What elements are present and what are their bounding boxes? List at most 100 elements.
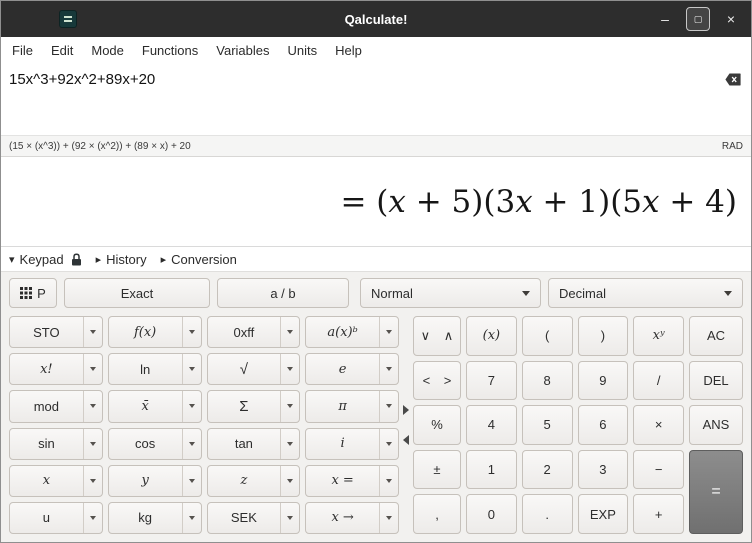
keypad-button-kg[interactable]: kg <box>108 502 202 534</box>
keypad-button-y[interactable]: y <box>108 465 202 497</box>
key-minus[interactable]: − <box>633 450 684 490</box>
keypad-button-sto[interactable]: STO <box>9 316 103 348</box>
titlebar[interactable]: Qalculate! – ▢ × <box>1 1 751 37</box>
key-close-paren[interactable]: ) <box>578 316 629 356</box>
history-toggle[interactable]: ▸ History <box>96 252 147 267</box>
key-cursor-up-down[interactable]: ∨ ∧ <box>413 316 461 356</box>
dropdown-arrow-icon[interactable] <box>280 503 299 533</box>
key-4[interactable]: 4 <box>466 405 517 445</box>
key-6[interactable]: 6 <box>578 405 629 445</box>
key-power[interactable]: xʸ <box>633 316 684 356</box>
keypad-button-sqrt[interactable]: √ <box>207 353 301 385</box>
menu-file[interactable]: File <box>3 43 42 58</box>
keypad-button-sek[interactable]: SEK <box>207 502 301 534</box>
keypad-button-0xff[interactable]: 0xff <box>207 316 301 348</box>
dropdown-arrow-icon[interactable] <box>182 317 201 347</box>
key-8[interactable]: 8 <box>522 361 573 401</box>
dropdown-arrow-icon[interactable] <box>280 466 299 496</box>
dropdown-arrow-icon[interactable] <box>379 317 398 347</box>
dropdown-arrow-icon[interactable] <box>379 429 398 459</box>
dropdown-arrow-icon[interactable] <box>280 391 299 421</box>
keypad-button-sum[interactable]: Σ <box>207 390 301 422</box>
keypad-button-i[interactable]: i <box>305 428 399 460</box>
key-dot[interactable]: . <box>522 494 573 534</box>
dropdown-arrow-icon[interactable] <box>379 391 398 421</box>
display-mode-dropdown[interactable]: Normal <box>360 278 541 308</box>
key-0[interactable]: 0 <box>466 494 517 534</box>
key-9[interactable]: 9 <box>578 361 629 401</box>
keypad-button-x-to[interactable]: x → <box>305 502 399 534</box>
keypad-button-x-equals[interactable]: x = <box>305 465 399 497</box>
keypad-button-mod[interactable]: mod <box>9 390 103 422</box>
fraction-button[interactable]: a / b <box>217 278 349 308</box>
number-base-dropdown[interactable]: Decimal <box>548 278 743 308</box>
key-equals[interactable]: = <box>689 450 743 534</box>
keypad-button-cos[interactable]: cos <box>108 428 202 460</box>
key-5[interactable]: 5 <box>522 405 573 445</box>
keyboard-lock-icon[interactable] <box>71 253 82 266</box>
dropdown-arrow-icon[interactable] <box>83 503 102 533</box>
key-cursor-left-right[interactable]: < > <box>413 361 461 401</box>
key-multiply[interactable]: × <box>633 405 684 445</box>
expression-input-area[interactable]: 15x^3+92x^2+89x+20 <box>1 63 751 135</box>
dropdown-arrow-icon[interactable] <box>83 317 102 347</box>
key-7[interactable]: 7 <box>466 361 517 401</box>
key-divide[interactable]: / <box>633 361 684 401</box>
menu-units[interactable]: Units <box>279 43 327 58</box>
dropdown-arrow-icon[interactable] <box>379 503 398 533</box>
dropdown-arrow-icon[interactable] <box>83 391 102 421</box>
key-paren-x[interactable]: (x) <box>466 316 517 356</box>
keypad-button-pi[interactable]: π <box>305 390 399 422</box>
dropdown-arrow-icon[interactable] <box>280 354 299 384</box>
dropdown-arrow-icon[interactable] <box>182 503 201 533</box>
minimize-button[interactable]: – <box>653 7 677 31</box>
dropdown-arrow-icon[interactable] <box>83 354 102 384</box>
keypad-button-u[interactable]: u <box>9 502 103 534</box>
key-ans[interactable]: ANS <box>689 405 743 445</box>
dropdown-arrow-icon[interactable] <box>280 317 299 347</box>
menu-functions[interactable]: Functions <box>133 43 207 58</box>
keypad-button-fx[interactable]: f(x) <box>108 316 202 348</box>
menu-help[interactable]: Help <box>326 43 371 58</box>
keypad-toggle[interactable]: ▾ Keypad <box>9 252 82 267</box>
key-1[interactable]: 1 <box>466 450 517 490</box>
key-ac[interactable]: AC <box>689 316 743 356</box>
dropdown-arrow-icon[interactable] <box>182 429 201 459</box>
keypad-button-x[interactable]: x <box>9 465 103 497</box>
dropdown-arrow-icon[interactable] <box>83 466 102 496</box>
keypad-expand-right-handle[interactable] <box>403 405 409 415</box>
dropdown-arrow-icon[interactable] <box>379 354 398 384</box>
key-exp[interactable]: EXP <box>578 494 629 534</box>
key-percent[interactable]: % <box>413 405 461 445</box>
key-open-paren[interactable]: ( <box>522 316 573 356</box>
angle-mode-indicator[interactable]: RAD <box>722 141 743 152</box>
dropdown-arrow-icon[interactable] <box>280 429 299 459</box>
dropdown-arrow-icon[interactable] <box>83 429 102 459</box>
menu-mode[interactable]: Mode <box>82 43 133 58</box>
keypad-button-e[interactable]: e <box>305 353 399 385</box>
keypad-button-sin[interactable]: sin <box>9 428 103 460</box>
key-plus-minus[interactable]: ± <box>413 450 461 490</box>
exact-button[interactable]: Exact <box>64 278 210 308</box>
key-2[interactable]: 2 <box>522 450 573 490</box>
expression-input[interactable]: 15x^3+92x^2+89x+20 <box>1 63 751 88</box>
programming-keypad-button[interactable]: P <box>9 278 57 308</box>
keypad-button-mean[interactable]: x̄ <box>108 390 202 422</box>
maximize-button[interactable]: ▢ <box>686 7 710 31</box>
keypad-button-z[interactable]: z <box>207 465 301 497</box>
keypad-button-axb[interactable]: a(x)ᵇ <box>305 316 399 348</box>
keypad-button-factorial[interactable]: x! <box>9 353 103 385</box>
clear-expression-icon[interactable] <box>725 72 741 87</box>
dropdown-arrow-icon[interactable] <box>182 354 201 384</box>
keypad-button-ln[interactable]: ln <box>108 353 202 385</box>
dropdown-arrow-icon[interactable] <box>379 466 398 496</box>
dropdown-arrow-icon[interactable] <box>182 466 201 496</box>
menu-edit[interactable]: Edit <box>42 43 82 58</box>
keypad-expand-left-handle[interactable] <box>403 435 409 445</box>
key-del[interactable]: DEL <box>689 361 743 401</box>
keypad-button-tan[interactable]: tan <box>207 428 301 460</box>
conversion-toggle[interactable]: ▸ Conversion <box>161 252 237 267</box>
close-button[interactable]: × <box>719 7 743 31</box>
key-comma[interactable]: , <box>413 494 461 534</box>
dropdown-arrow-icon[interactable] <box>182 391 201 421</box>
